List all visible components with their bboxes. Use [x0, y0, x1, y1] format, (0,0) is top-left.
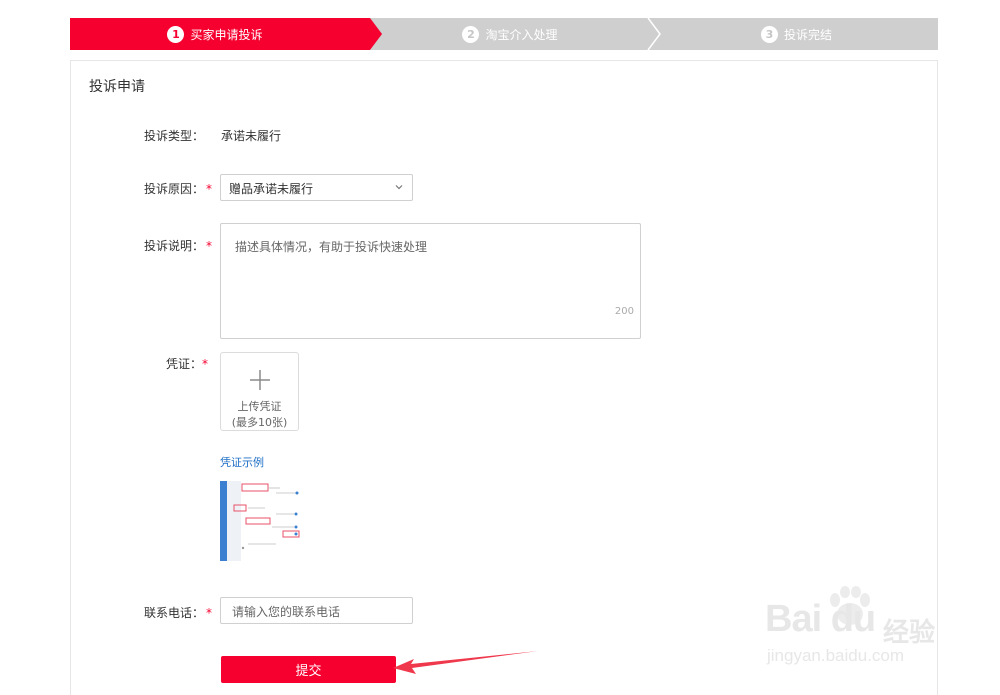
step-label: 买家申请投诉 [190, 27, 263, 42]
phone-input[interactable]: 请输入您的联系电话 [220, 597, 413, 624]
reason-label-text: 投诉原因： [144, 182, 205, 196]
desc-textarea[interactable]: 描述具体情况，有助于投诉快速处理 200 [220, 223, 641, 339]
annotation-arrow-icon [393, 651, 538, 674]
required-mark: * [206, 239, 213, 253]
desc-label-text: 投诉说明： [144, 239, 205, 253]
required-mark: * [202, 357, 209, 371]
step-number: 3 [760, 25, 778, 43]
reason-select[interactable]: 赠品承诺未履行 [220, 174, 413, 201]
step-label: 投诉完结 [783, 27, 832, 42]
submit-button[interactable]: 提交 [221, 656, 396, 683]
required-mark: * [206, 606, 213, 620]
upload-label: 上传凭证 [237, 400, 282, 413]
progress-steps: 1 买家申请投诉 2 淘宝介入处理 3 投诉完结 [70, 18, 938, 50]
step-2: 2 淘宝介入处理 [370, 18, 650, 50]
desc-label: 投诉说明： * [144, 237, 212, 254]
required-mark: * [206, 182, 213, 196]
reason-select-value: 赠品承诺未履行 [229, 182, 314, 196]
baidu-watermark: Bai du 经验 jingyan.baidu.com [765, 586, 945, 676]
watermark-brand: Bai du [765, 598, 876, 640]
type-label-text: 投诉类型： [144, 129, 205, 143]
watermark-url: jingyan.baidu.com [767, 646, 905, 665]
char-count: 200 [614, 306, 634, 317]
proof-example-image[interactable] [220, 481, 300, 561]
type-value: 承诺未履行 [221, 129, 282, 143]
watermark-cn: 经验 [883, 618, 936, 648]
submit-label: 提交 [295, 664, 322, 679]
proof-label-text: 凭证： [166, 357, 203, 371]
step-number: 1 [167, 25, 185, 43]
step-3: 3 投诉完结 [655, 18, 938, 50]
plus-icon [250, 370, 270, 390]
type-label: 投诉类型： [144, 127, 204, 144]
panel-title: 投诉申请 [89, 79, 145, 95]
reason-label: 投诉原因： * [144, 180, 212, 197]
upload-proof-button[interactable]: 上传凭证 (最多10张) [220, 352, 299, 431]
phone-placeholder: 请输入您的联系电话 [232, 605, 341, 619]
proof-example-link[interactable]: 凭证示例 [220, 454, 264, 470]
chevron-down-icon [395, 185, 403, 190]
phone-label: 联系电话： * [144, 604, 212, 621]
step-1: 1 买家申请投诉 [70, 18, 360, 50]
step-label: 淘宝介入处理 [485, 27, 558, 42]
step-number: 2 [462, 25, 480, 43]
upload-limit: (最多10张) [231, 416, 288, 429]
desc-placeholder: 描述具体情况，有助于投诉快速处理 [235, 240, 428, 254]
phone-label-text: 联系电话： [144, 606, 205, 620]
proof-label: 凭证：* [166, 355, 208, 372]
